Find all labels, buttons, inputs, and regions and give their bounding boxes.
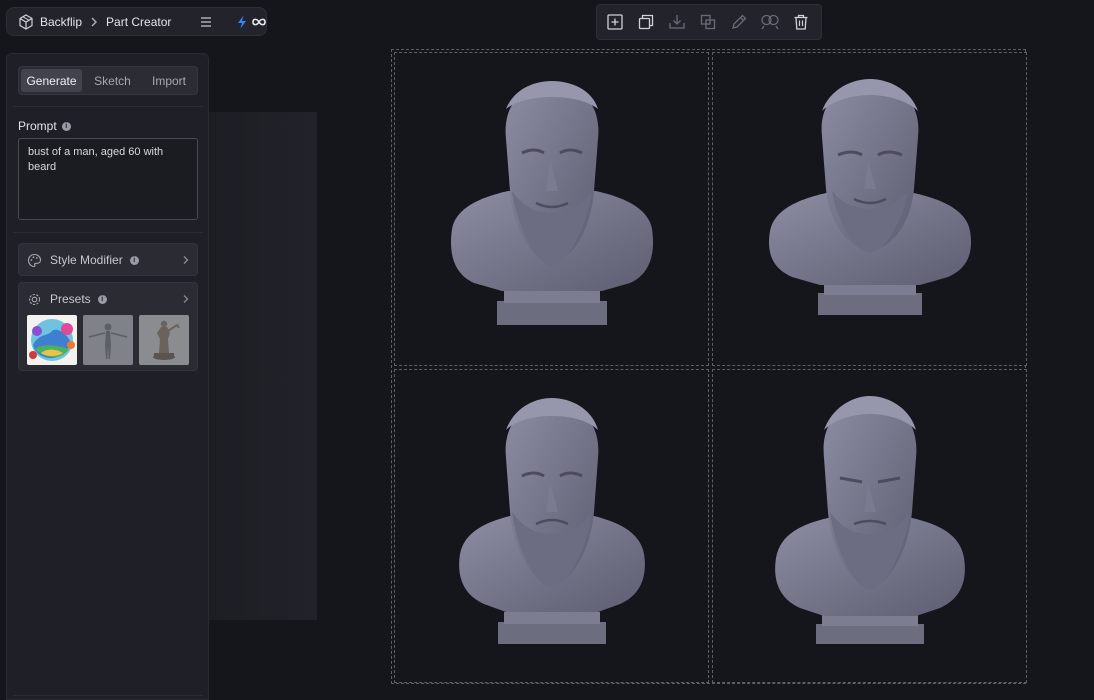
breadcrumb-page[interactable]: Part Creator: [106, 15, 171, 29]
generate-panel: Generate Sketch Import Prompt i bust of …: [6, 53, 209, 700]
chevron-right-icon[interactable]: [182, 255, 189, 265]
divider: [13, 106, 203, 107]
compare-icon[interactable]: [760, 12, 780, 32]
edit-icon[interactable]: [729, 12, 749, 32]
prompt-label: Prompt: [18, 119, 57, 133]
merge-icon[interactable]: [698, 12, 718, 32]
prompt-input[interactable]: bust of a man, aged 60 with beard: [18, 138, 198, 220]
style-modifier-section[interactable]: Style Modifier i: [18, 243, 198, 276]
tab-generate[interactable]: Generate: [21, 69, 82, 92]
bust-model-3: [458, 398, 645, 644]
tab-import[interactable]: Import: [143, 69, 195, 92]
result-cell-4[interactable]: [712, 369, 1027, 683]
add-frame-icon[interactable]: [605, 12, 625, 32]
preset-colorful-landscape[interactable]: [27, 315, 77, 365]
trash-icon[interactable]: [791, 12, 811, 32]
result-cell-1[interactable]: [394, 52, 709, 366]
preset-armored-figurine[interactable]: [139, 315, 189, 365]
info-icon[interactable]: i: [129, 255, 139, 265]
preset-humanoid-figure[interactable]: [83, 315, 133, 365]
viewport-toolbar: [596, 4, 822, 40]
breadcrumb-bar: Backflip Part Creator: [6, 7, 267, 36]
infinity-icon: [251, 17, 267, 27]
bust-model-2: [768, 79, 971, 315]
divider: [13, 232, 203, 233]
bust-model-1: [450, 81, 653, 325]
download-icon[interactable]: [667, 12, 687, 32]
prompt-label-row: Prompt i: [18, 119, 71, 133]
presets-label: Presets: [50, 292, 91, 306]
result-cell-3[interactable]: [394, 369, 709, 683]
result-cell-2[interactable]: [712, 52, 1027, 366]
chevron-right-icon: [90, 17, 98, 27]
style-modifier-header[interactable]: Style Modifier i: [19, 244, 197, 276]
divider: [13, 695, 203, 696]
cube-logo-icon[interactable]: [18, 13, 34, 30]
duplicate-icon[interactable]: [636, 12, 656, 32]
tab-sketch[interactable]: Sketch: [82, 69, 143, 92]
bolt-icon[interactable]: [237, 15, 247, 29]
preset-thumbnails: [19, 315, 197, 365]
info-icon[interactable]: i: [97, 294, 107, 304]
presets-section: Presets i: [18, 282, 198, 371]
results-grid: [391, 49, 1027, 684]
palette-icon: [27, 253, 42, 268]
background-strip: [209, 112, 317, 620]
menu-icon[interactable]: [199, 16, 213, 28]
mode-tabs: Generate Sketch Import: [18, 66, 198, 95]
bust-model-4: [774, 396, 965, 644]
style-modifier-label: Style Modifier: [50, 253, 123, 267]
chevron-right-icon[interactable]: [182, 294, 189, 304]
info-icon[interactable]: i: [61, 121, 71, 131]
gear-icon: [27, 292, 42, 307]
breadcrumb-app[interactable]: Backflip: [40, 15, 82, 29]
presets-header[interactable]: Presets i: [19, 283, 197, 315]
